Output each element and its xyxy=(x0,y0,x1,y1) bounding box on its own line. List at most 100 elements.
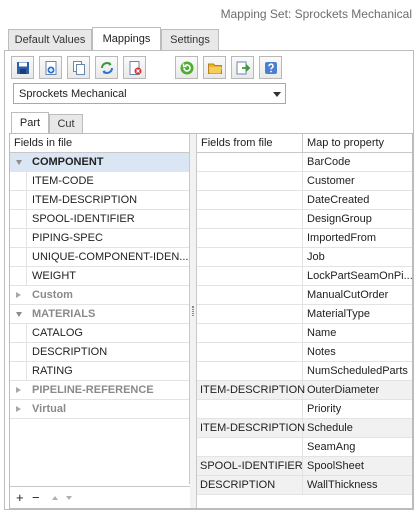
tree-item[interactable]: RATING xyxy=(10,362,189,381)
tree-item[interactable]: PIPING-SPEC xyxy=(10,229,189,248)
map-to-property-header[interactable]: Map to property xyxy=(303,134,384,152)
mapping-row[interactable]: DesignGroup xyxy=(197,210,412,229)
mapping-row[interactable]: DateCreated xyxy=(197,191,412,210)
tree-group-component[interactable]: COMPONENT xyxy=(10,153,189,172)
open-button[interactable] xyxy=(203,56,226,79)
tree-item-label: WEIGHT xyxy=(32,270,76,282)
property-name: MaterialType xyxy=(307,308,370,320)
mapped-file-field[interactable] xyxy=(197,305,303,323)
mapping-row[interactable]: Job xyxy=(197,248,412,267)
mapped-file-field[interactable] xyxy=(197,324,303,342)
group-label: PIPELINE-REFERENCE xyxy=(32,384,154,396)
expand-arrow-icon[interactable] xyxy=(16,312,22,317)
tree-group-pipeline-reference[interactable]: PIPELINE-REFERENCE xyxy=(10,381,189,400)
reload-button[interactable] xyxy=(175,56,198,79)
mapped-file-field[interactable] xyxy=(197,438,303,456)
mapped-file-field[interactable] xyxy=(197,229,303,247)
export-icon xyxy=(236,61,250,74)
mapping-row[interactable]: ITEM-DESCRIPTION Schedule xyxy=(197,419,412,438)
property-name: Customer xyxy=(307,175,355,187)
tree-item-label: ITEM-CODE xyxy=(32,175,94,187)
move-down-icon[interactable] xyxy=(66,496,72,500)
mapped-file-field[interactable] xyxy=(197,191,303,209)
refresh-button[interactable] xyxy=(95,56,118,79)
tree-item[interactable]: SPOOL-IDENTIFIER xyxy=(10,210,189,229)
mapped-file-field[interactable]: ITEM-DESCRIPTION xyxy=(197,419,305,437)
collapse-arrow-icon[interactable] xyxy=(16,292,21,298)
delete-button[interactable] xyxy=(123,56,146,79)
mapped-file-field[interactable] xyxy=(197,153,303,171)
new-button[interactable] xyxy=(39,56,62,79)
tree-item[interactable]: ITEM-DESCRIPTION xyxy=(10,191,189,210)
mapping-row[interactable]: LockPartSeamOnPi... xyxy=(197,267,412,286)
remove-field-button[interactable]: − xyxy=(32,490,40,505)
tree-group-custom[interactable]: Custom xyxy=(10,286,189,305)
mapping-row[interactable]: SeamAng xyxy=(197,438,412,457)
tab-mappings[interactable]: Mappings xyxy=(92,27,161,50)
tab-part[interactable]: Part xyxy=(11,112,49,133)
fields-in-file-header[interactable]: Fields in file xyxy=(10,134,189,153)
mapping-row[interactable]: ITEM-DESCRIPTION OuterDiameter xyxy=(197,381,412,400)
collapse-arrow-icon[interactable] xyxy=(16,406,21,412)
property-name: Schedule xyxy=(307,422,353,434)
mapping-row[interactable]: Notes xyxy=(197,343,412,362)
mapped-file-field[interactable] xyxy=(197,248,303,266)
property-name: OuterDiameter xyxy=(307,384,380,396)
mapping-grid-header: Fields from file Map to property xyxy=(197,134,412,153)
mapping-row[interactable]: DESCRIPTION WallThickness xyxy=(197,476,412,495)
tree-group-virtual[interactable]: Virtual xyxy=(10,400,189,419)
mapped-file-field[interactable]: SPOOL-IDENTIFIER xyxy=(197,457,303,475)
tree-item[interactable]: UNIQUE-COMPONENT-IDEN... xyxy=(10,248,189,267)
mapping-row[interactable]: SPOOL-IDENTIFIER SpoolSheet xyxy=(197,457,412,476)
tab-settings[interactable]: Settings xyxy=(161,29,219,50)
mapping-row[interactable]: Customer xyxy=(197,172,412,191)
mapping-grid: Fields from file Map to property BarCode… xyxy=(196,134,412,508)
property-name: WallThickness xyxy=(307,479,378,491)
group-label: Virtual xyxy=(32,403,67,415)
mapped-file-field[interactable]: DESCRIPTION xyxy=(197,476,303,494)
mapped-file-field[interactable] xyxy=(197,267,303,285)
save-icon xyxy=(16,61,29,74)
mapping-row[interactable]: ImportedFrom xyxy=(197,229,412,248)
tab-default-values[interactable]: Default Values xyxy=(8,29,92,50)
add-field-button[interactable]: + xyxy=(16,490,24,505)
property-name: LockPartSeamOnPi... xyxy=(307,270,412,282)
mapped-file-field[interactable] xyxy=(197,400,303,418)
tab-cut[interactable]: Cut xyxy=(49,114,83,133)
mapped-file-field[interactable] xyxy=(197,172,303,190)
mapping-row[interactable]: Priority xyxy=(197,400,412,419)
export-button[interactable] xyxy=(231,56,254,79)
tree-item[interactable]: ITEM-CODE xyxy=(10,172,189,191)
tree-group-materials[interactable]: MATERIALS xyxy=(10,305,189,324)
group-label: COMPONENT xyxy=(32,156,104,168)
mappings-panel: Sprockets Mechanical Part Cut Fields in … xyxy=(4,50,414,510)
mapped-file-field[interactable] xyxy=(197,286,303,304)
mapped-file-field[interactable]: ITEM-DESCRIPTION xyxy=(197,381,305,399)
tree-item[interactable]: CATALOG xyxy=(10,324,189,343)
copy-button[interactable] xyxy=(67,56,90,79)
mapping-row[interactable]: MaterialType xyxy=(197,305,412,324)
help-button[interactable] xyxy=(259,56,282,79)
mapping-row[interactable]: ManualCutOrder xyxy=(197,286,412,305)
property-name: SpoolSheet xyxy=(307,460,364,472)
mapping-set-dropdown[interactable]: Sprockets Mechanical xyxy=(13,83,286,104)
move-up-icon[interactable] xyxy=(52,496,58,500)
mapped-file-field[interactable] xyxy=(197,343,303,361)
expand-arrow-icon[interactable] xyxy=(16,160,22,165)
mapping-row[interactable]: Name xyxy=(197,324,412,343)
tree-item[interactable]: WEIGHT xyxy=(10,267,189,286)
mapping-row[interactable]: BarCode xyxy=(197,153,412,172)
mapped-file-field[interactable] xyxy=(197,362,303,380)
property-name: ManualCutOrder xyxy=(307,289,389,301)
save-button[interactable] xyxy=(11,56,34,79)
group-label: MATERIALS xyxy=(32,308,96,320)
fields-in-file-grid: Fields in file COMPONENT ITEM-CODE ITEM-… xyxy=(10,134,190,484)
fields-from-file-header[interactable]: Fields from file xyxy=(197,134,303,152)
collapse-arrow-icon[interactable] xyxy=(16,387,21,393)
mapping-row[interactable]: NumScheduledParts xyxy=(197,362,412,381)
tree-item-label: SPOOL-IDENTIFIER xyxy=(32,213,135,225)
mapped-file-field[interactable] xyxy=(197,210,303,228)
chevron-down-icon[interactable] xyxy=(273,92,281,97)
tree-item[interactable]: DESCRIPTION xyxy=(10,343,189,362)
property-name: DateCreated xyxy=(307,194,370,206)
